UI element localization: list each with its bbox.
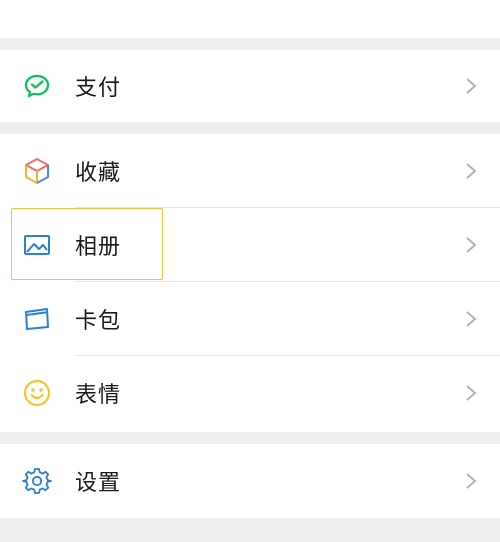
- card-icon: [22, 304, 52, 334]
- menu-item-pay[interactable]: 支付: [0, 50, 500, 122]
- settings-group: 设置: [0, 444, 500, 518]
- chevron-right-icon: [466, 473, 477, 489]
- menu-item-settings[interactable]: 设置: [0, 444, 500, 518]
- smiley-icon: [22, 378, 52, 408]
- tools-group: 收藏 相册 卡包 表情: [0, 134, 500, 432]
- menu-label-favorites: 收藏: [75, 161, 122, 186]
- top-panel: [0, 0, 500, 38]
- picture-icon: [22, 230, 52, 260]
- section-gap: [0, 122, 500, 134]
- chevron-right-icon: [466, 78, 477, 94]
- menu-item-album[interactable]: 相册: [0, 208, 500, 282]
- menu-label-settings: 设置: [75, 471, 122, 496]
- chevron-right-icon: [466, 311, 477, 327]
- gear-icon: [22, 466, 52, 496]
- chevron-right-icon: [466, 385, 477, 401]
- section-gap: [0, 432, 500, 444]
- menu-item-cards[interactable]: 卡包: [0, 282, 500, 356]
- menu-label-stickers: 表情: [75, 383, 122, 408]
- cube-icon: [22, 156, 52, 186]
- menu-item-favorites[interactable]: 收藏: [0, 134, 500, 208]
- wechat-pay-icon: [22, 71, 52, 101]
- chevron-right-icon: [466, 237, 477, 253]
- section-gap: [0, 38, 500, 50]
- menu-label-album: 相册: [75, 235, 122, 260]
- pay-group: 支付: [0, 50, 500, 122]
- menu-item-stickers[interactable]: 表情: [0, 356, 500, 430]
- menu-label-pay: 支付: [75, 76, 122, 101]
- menu-label-cards: 卡包: [75, 309, 122, 334]
- chevron-right-icon: [466, 163, 477, 179]
